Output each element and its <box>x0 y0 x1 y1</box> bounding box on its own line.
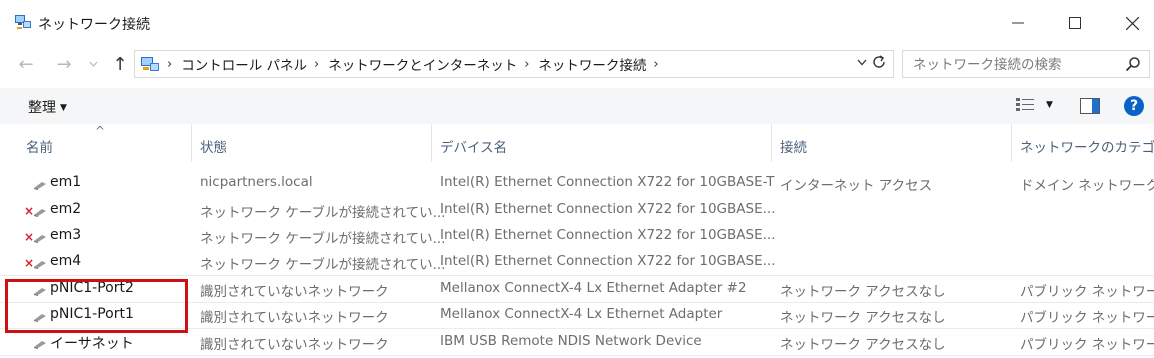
maximize-button[interactable] <box>1053 8 1097 38</box>
column-header-device[interactable]: デバイス名 <box>432 124 772 162</box>
command-bar: 整理 ▼ ▼ ? <box>0 88 1154 124</box>
window-title: ネットワーク接続 <box>38 17 150 33</box>
address-bar[interactable]: › コントロール パネル › ネットワークとインターネット › ネットワーク接続… <box>134 50 894 78</box>
table-row[interactable]: × em2 ネットワーク ケーブルが接続されてい... Intel(R) Ethern… <box>0 196 1154 222</box>
column-header-device-label: デバイス名 <box>440 140 508 156</box>
table-row[interactable]: × em3 ネットワーク ケーブルが接続されてい... Intel(R) Ethern… <box>0 222 1154 248</box>
close-button[interactable] <box>1110 8 1154 38</box>
cell-device: Intel(R) Ethernet Connection X722 for 10… <box>440 227 776 243</box>
cell-name: em2 <box>50 201 82 217</box>
breadcrumb-separator-icon[interactable]: › <box>314 57 319 72</box>
network-adapter-icon <box>33 257 47 273</box>
cell-category: ドメイン ネットワーク <box>1020 178 1154 194</box>
caret-down-icon: ▼ <box>60 103 67 113</box>
search-icon[interactable] <box>1125 56 1141 76</box>
breadcrumb-separator-icon[interactable]: › <box>524 57 529 72</box>
network-adapter-icon <box>33 205 47 221</box>
sort-ascending-icon: ^ <box>95 124 106 138</box>
cell-device: Intel(R) Ethernet Connection X722 for 10… <box>440 174 775 190</box>
cell-device: Intel(R) Ethernet Connection X722 for 10… <box>440 253 776 269</box>
cell-device: Mellanox ConnectX-4 Lx Ethernet Adapter … <box>440 280 747 296</box>
up-arrow-icon[interactable]: ↑ <box>108 52 132 76</box>
cell-status: ネットワーク ケーブルが接続されてい... <box>200 205 446 221</box>
search-box[interactable] <box>902 50 1150 78</box>
highlight-annotation-box <box>5 279 188 333</box>
cell-connectivity: ネットワーク アクセスなし <box>780 337 946 353</box>
cell-category: パブリック ネットワーク <box>1020 310 1154 326</box>
cell-status: ネットワーク ケーブルが接続されてい... <box>200 257 446 273</box>
forward-arrow-icon[interactable]: → <box>52 52 76 76</box>
control-panel-icon <box>140 55 160 73</box>
table-row[interactable]: em1 nicpartners.local Intel(R) Ethernet Co… <box>0 169 1154 195</box>
column-header-connectivity[interactable]: 接続 <box>772 124 1012 162</box>
cell-status: ネットワーク ケーブルが接続されてい... <box>200 231 446 247</box>
cell-connectivity: ネットワーク アクセスなし <box>780 284 946 300</box>
column-header-connectivity-label: 接続 <box>780 140 807 156</box>
breadcrumb-control-panel[interactable]: コントロール パネル <box>181 54 307 74</box>
breadcrumb-network-internet[interactable]: ネットワークとインターネット <box>328 54 517 74</box>
column-header-status-label: 状態 <box>200 140 227 156</box>
column-header-row: ^ 名前 状態 デバイス名 接続 ネットワークのカテゴリ <box>0 124 1154 162</box>
search-input[interactable] <box>911 52 1115 78</box>
organize-label: 整理 <box>28 100 56 116</box>
network-adapter-icon <box>33 178 47 194</box>
column-header-category-label: ネットワークのカテゴリ <box>1020 140 1154 156</box>
network-adapter-icon <box>33 337 47 353</box>
refresh-icon[interactable] <box>871 54 887 74</box>
column-header-name-label: 名前 <box>26 140 53 156</box>
cell-name: em1 <box>50 174 82 190</box>
cell-category: パブリック ネットワーク <box>1020 284 1154 300</box>
column-header-category[interactable]: ネットワークのカテゴリ <box>1012 124 1154 162</box>
help-icon[interactable]: ? <box>1124 96 1144 116</box>
table-row[interactable]: × em4 ネットワーク ケーブルが接続されてい... Intel(R) Ethern… <box>0 248 1154 274</box>
cell-device: Mellanox ConnectX-4 Lx Ethernet Adapter <box>440 306 723 322</box>
breadcrumb-separator-icon[interactable]: › <box>653 57 658 72</box>
recent-locations-chevron-icon[interactable] <box>86 52 100 76</box>
title-bar: ネットワーク接続 <box>0 0 1154 46</box>
back-arrow-icon[interactable]: ← <box>14 52 38 76</box>
change-view-icon[interactable] <box>1016 97 1036 117</box>
minimize-button[interactable] <box>996 8 1040 38</box>
cell-connectivity: ネットワーク アクセスなし <box>780 310 946 326</box>
column-header-status[interactable]: 状態 <box>192 124 432 162</box>
cell-device: IBM USB Remote NDIS Network Device <box>440 333 702 349</box>
address-row: ← → ↑ › コントロール パネル › ネットワークとインターネット › ネッ… <box>0 46 1154 82</box>
breadcrumb-separator-icon[interactable]: › <box>167 57 172 72</box>
organize-button[interactable]: 整理 ▼ <box>28 97 67 117</box>
cell-connectivity: インターネット アクセス <box>780 178 933 194</box>
network-connections-icon <box>14 14 32 30</box>
cell-status: 識別されていないネットワーク <box>200 310 389 326</box>
cell-category: パブリック ネットワーク <box>1020 337 1154 353</box>
view-options-caret-icon[interactable]: ▼ <box>1046 100 1053 110</box>
column-header-name[interactable]: ^ 名前 <box>0 124 192 162</box>
cell-device: Intel(R) Ethernet Connection X722 for 10… <box>440 201 776 217</box>
row-divider <box>0 355 1154 356</box>
cell-name: em4 <box>50 253 82 269</box>
cell-status: 識別されていないネットワーク <box>200 284 389 300</box>
network-adapter-icon <box>33 231 47 247</box>
preview-pane-icon[interactable] <box>1080 98 1100 118</box>
address-dropdown-chevron-icon[interactable] <box>857 58 867 69</box>
cell-status: 識別されていないネットワーク <box>200 337 389 353</box>
cell-status: nicpartners.local <box>200 174 313 190</box>
cell-name: イーサネット <box>50 336 134 352</box>
cell-name: em3 <box>50 227 82 243</box>
breadcrumb-network-connections[interactable]: ネットワーク接続 <box>538 54 646 74</box>
